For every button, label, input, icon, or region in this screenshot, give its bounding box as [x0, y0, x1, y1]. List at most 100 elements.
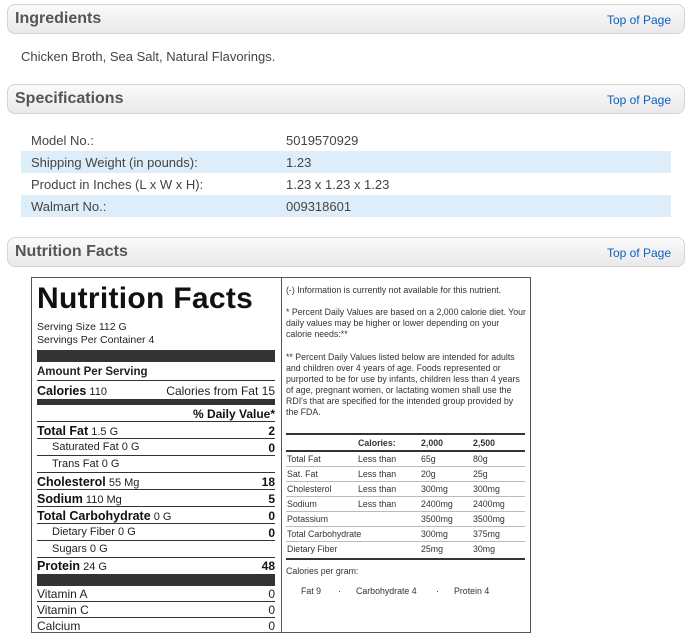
- ingredients-top-of-page-link[interactable]: Top of Page: [607, 13, 671, 27]
- dv-cell: 3500mg: [421, 514, 453, 524]
- dv-cell: Less than: [358, 499, 397, 509]
- daily-value-table: Calories: 2,000 2,500 Total Fat Less tha…: [286, 436, 525, 557]
- dv-table-row: Total Fat Less than 65g 80g: [286, 452, 525, 467]
- serving-size: Serving Size 112 G: [37, 321, 127, 333]
- dv-table-row: Potassium 3500mg 3500mg: [286, 512, 525, 527]
- spec-value: 009318601: [286, 199, 352, 214]
- vitamin-row-a: Vitamin A 0: [37, 585, 275, 602]
- nutrition-header: Nutrition Facts Top of Page: [7, 237, 685, 267]
- nutrient-pct: 5: [268, 492, 275, 506]
- cpg-protein: Protein 4: [454, 586, 490, 596]
- nutrition-title: Nutrition Facts: [15, 243, 128, 260]
- vitamin-row-c: Vitamin C 0: [37, 601, 275, 618]
- nutrient-row-cholesterol: Cholesterol 55 Mg 18: [37, 473, 275, 490]
- dv-cell: 30mg: [473, 544, 496, 554]
- nutrition-top-of-page-link[interactable]: Top of Page: [607, 246, 671, 260]
- nutrient-name: Cholesterol: [37, 475, 106, 489]
- dv-cell: 2400mg: [421, 499, 453, 509]
- dv-table-row: Total Carbohydrate 300mg 375mg: [286, 527, 525, 542]
- servings-per-container: Servings Per Container 4: [37, 334, 155, 346]
- nutrient-row-saturated-fat: Saturated Fat 0 G 0: [37, 439, 275, 456]
- specifications-title: Specifications: [15, 90, 124, 107]
- nutrient-amount: 0 G: [121, 441, 140, 453]
- nutrient-name: Trans Fat: [52, 458, 99, 470]
- dv-header-cell: Calories:: [358, 438, 396, 448]
- vitamin-value: 0: [268, 587, 275, 601]
- dv-cell: Less than: [358, 484, 397, 494]
- nutrient-amount: 1.5 G: [91, 426, 119, 438]
- nutrient-amount: 0 G: [153, 511, 172, 523]
- spec-label: Model No.:: [31, 133, 94, 148]
- calories-label: Calories: [37, 384, 87, 398]
- nutrient-pct: 2: [268, 424, 275, 438]
- dv-cell: 20g: [421, 469, 436, 479]
- cpg-separator: ·: [338, 586, 341, 596]
- spec-label: Walmart No.:: [31, 199, 107, 214]
- dv-cell: 375mg: [473, 529, 500, 539]
- dv-table-row: Dietary Fiber 25mg 30mg: [286, 542, 525, 557]
- nutrient-row-trans-fat: Trans Fat 0 G: [37, 456, 275, 473]
- dv-header-cell: 2,000: [421, 438, 444, 448]
- specifications-top-of-page-link[interactable]: Top of Page: [607, 93, 671, 107]
- dv-cell: 25mg: [421, 544, 444, 554]
- daily-value-header: % Daily Value*: [192, 407, 275, 421]
- nutrient-name: Total Carbohydrate: [37, 509, 151, 523]
- nutrient-name: Total Fat: [37, 424, 89, 438]
- nutrient-name: Protein: [37, 559, 81, 573]
- note-percent-dv-children: ** Percent Daily Values listed below are…: [286, 352, 520, 417]
- dv-cell: 25g: [473, 469, 488, 479]
- dv-cell: Less than: [358, 454, 397, 464]
- spec-value: 1.23 x 1.23 x 1.23: [286, 177, 390, 192]
- spec-value: 5019570929: [286, 133, 359, 148]
- dv-table-row: Sat. Fat Less than 20g 25g: [286, 467, 525, 482]
- cpg-carbohydrate: Carbohydrate 4: [356, 586, 417, 596]
- vitamin-value: 0: [268, 619, 275, 633]
- dv-cell: 300mg: [421, 529, 448, 539]
- nutrient-row-total-fat: Total Fat 1.5 G 2: [37, 422, 275, 439]
- dv-header-cell: 2,500: [473, 438, 496, 448]
- nutrient-name: Dietary Fiber: [52, 526, 115, 538]
- nutrition-notes-panel: (-) Information is currently not availab…: [282, 277, 531, 633]
- nutrient-pct: 0: [268, 509, 275, 523]
- ingredients-text: Chicken Broth, Sea Salt, Natural Flavori…: [21, 49, 276, 64]
- nutrient-row-total-carbohydrate: Total Carbohydrate 0 G 0: [37, 507, 275, 524]
- spec-label: Product in Inches (L x W x H):: [31, 177, 204, 192]
- spec-value: 1.23: [286, 155, 312, 170]
- dv-cell: 3500mg: [473, 514, 505, 524]
- amount-per-serving-row: Amount Per Serving: [37, 364, 275, 381]
- cpg-fat: Fat 9: [301, 586, 322, 596]
- nutrient-row-sodium: Sodium 110 Mg 5: [37, 490, 275, 507]
- spec-row-shipping-weight: Shipping Weight (in pounds): 1.23: [21, 151, 671, 173]
- calories-from-fat: Calories from Fat 15: [166, 384, 275, 398]
- nutrient-name: Sodium: [37, 492, 83, 506]
- nutrient-name: Saturated Fat: [52, 441, 119, 453]
- dv-cell: Less than: [358, 469, 397, 479]
- spec-row-dimensions: Product in Inches (L x W x H): 1.23 x 1.…: [21, 173, 671, 195]
- note-info-unavailable: (-) Information is currently not availab…: [286, 285, 502, 295]
- calories-row: Calories 110 Calories from Fat 15: [37, 382, 275, 400]
- specifications-header: Specifications Top of Page: [7, 84, 685, 114]
- nutrient-pct: 48: [261, 559, 275, 573]
- nutrition-label-title: Nutrition Facts: [37, 282, 254, 315]
- nutrient-row-protein: Protein 24 G 48: [37, 557, 275, 574]
- dv-cell: 300mg: [421, 484, 448, 494]
- amount-per-serving: Amount Per Serving: [37, 366, 148, 378]
- dv-cell: 300mg: [473, 484, 500, 494]
- dv-table-row: Sodium Less than 2400mg 2400mg: [286, 497, 525, 512]
- nutrient-amount: 55 Mg: [108, 477, 140, 489]
- nutrient-name: Sugars: [52, 543, 87, 555]
- nutrient-amount: 0 G: [89, 543, 108, 555]
- dv-cell: 2400mg: [473, 499, 505, 509]
- cpg-separator: ·: [436, 586, 439, 596]
- vitamin-value: 0: [268, 603, 275, 617]
- specifications-table: Model No.: 5019570929 Shipping Weight (i…: [21, 129, 671, 217]
- nutrient-amount: 24 G: [83, 561, 107, 573]
- vitamin-name: Vitamin A: [37, 587, 88, 601]
- dv-table-header: Calories: 2,000 2,500: [286, 436, 525, 452]
- dv-cell: Total Fat: [287, 454, 321, 464]
- vitamin-row-calcium: Calcium 0: [37, 617, 275, 634]
- nutrition-label: Nutrition Facts Serving Size 112 G Servi…: [31, 277, 282, 633]
- note-percent-dv: * Percent Daily Values are based on a 2,…: [286, 307, 526, 339]
- calories-value: 110: [89, 386, 107, 398]
- nutrient-pct: 0: [268, 526, 275, 540]
